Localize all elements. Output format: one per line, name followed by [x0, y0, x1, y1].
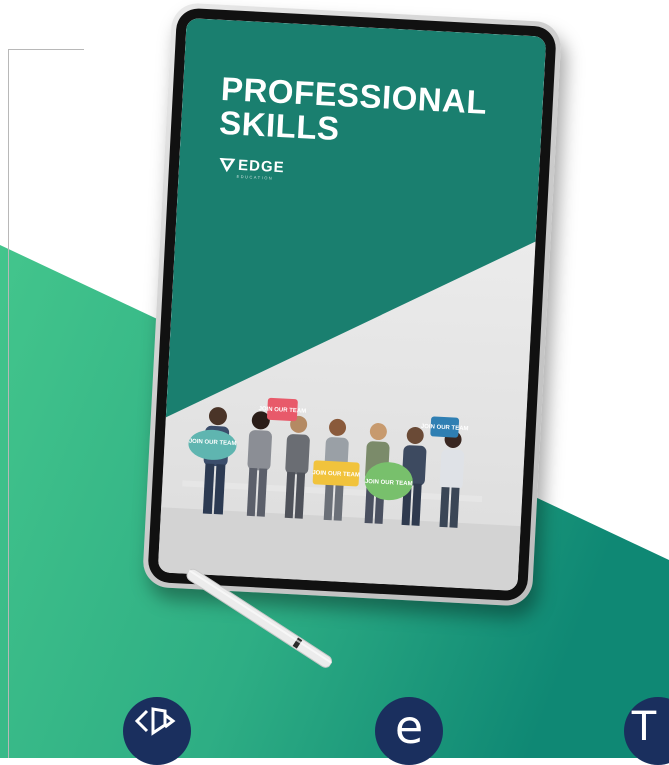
- corner-line-horizontal: [8, 49, 84, 50]
- edge-logo: EDGE: [219, 156, 285, 176]
- corner-line-vertical: [8, 49, 9, 758]
- tablet-device: JOIN OUR TEAM JOIN OUR TEAM JOIN OUR TEA…: [141, 2, 563, 607]
- tablet-screen: JOIN OUR TEAM JOIN OUR TEAM JOIN OUR TEA…: [157, 17, 547, 592]
- e-letter-glyph: e: [394, 700, 424, 754]
- t-letter-icon: T: [624, 697, 669, 765]
- join-sign-3: JOIN OUR TEAM: [312, 460, 360, 487]
- bookmark-arrows-icon: [123, 697, 191, 765]
- edge-logo-icon: [219, 157, 236, 172]
- t-letter-glyph: T: [631, 704, 657, 750]
- e-letter-icon: e: [375, 697, 443, 765]
- cover-title: PROFESSIONAL SKILLS: [218, 70, 488, 154]
